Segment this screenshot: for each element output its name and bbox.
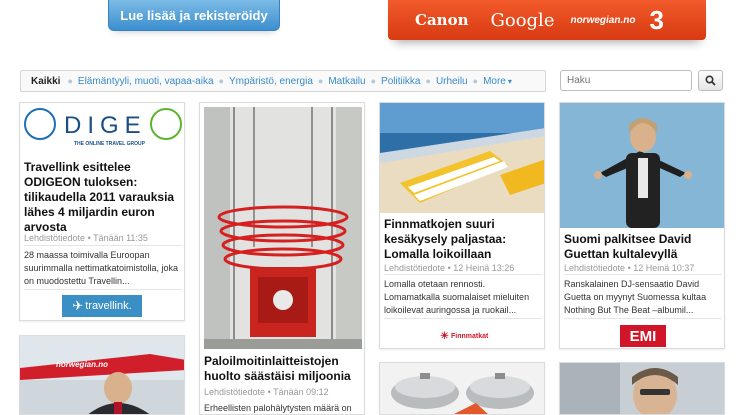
card-meta: Lehdistötiedote • 12 Heinä 13:26 — [384, 263, 515, 273]
nav-item-urheilu[interactable]: Urheilu — [434, 76, 470, 87]
card-snippet: Ranskalainen DJ-sensaatio David Guetta o… — [564, 279, 707, 315]
nav-separator: ● — [67, 76, 73, 86]
nav-item-elamantyyli[interactable]: Elämäntyyli, muoti, vapaa-aika — [76, 76, 216, 87]
category-nav: Kaikki ● Elämäntyyli, muoti, vapaa-aika … — [20, 70, 546, 92]
news-card-odigeo[interactable]: DIGE THE ONLINE TRAVEL GROUP Travellink … — [19, 102, 185, 321]
search-button[interactable] — [698, 70, 723, 91]
news-card-portrait[interactable] — [559, 362, 725, 415]
card-meta: Lehdistötiedote • Tänään 09:12 — [204, 387, 329, 397]
search-icon — [705, 75, 716, 86]
card-time: Tänään 09:12 — [273, 387, 329, 397]
card-time: Tänään 11:35 — [93, 233, 148, 243]
airplane-image-icon — [20, 336, 184, 414]
article-image — [204, 107, 362, 349]
odigeo-tagline: THE ONLINE TRAVEL GROUP — [74, 141, 145, 147]
nav-separator: ● — [472, 76, 479, 86]
three-logo: 3 — [649, 4, 664, 35]
finnmatkat-logo: ☀ Finnmatkat — [440, 331, 489, 342]
news-card-paloilmoitin[interactable]: Paloilmoitinlaitteistojen huolto säästäi… — [199, 102, 365, 415]
article-image — [380, 363, 544, 414]
card-source: Lehdistötiedote — [24, 233, 86, 243]
person-image-icon — [560, 103, 724, 228]
divider — [384, 318, 542, 319]
cookware-image-icon — [380, 363, 544, 414]
news-card-cookware[interactable] — [379, 362, 545, 415]
emi-logo: EMI — [620, 325, 666, 347]
nav-item-kaikki[interactable]: Kaikki — [21, 76, 64, 87]
card-snippet: 28 maassa toimivalla Euroopan suurimmall… — [24, 250, 179, 286]
nav-item-more[interactable]: More — [481, 76, 508, 87]
chevron-down-icon[interactable]: ▾ — [508, 77, 512, 86]
card-title[interactable]: Finnmatkojen suuri kesäkysely paljastaa:… — [384, 217, 542, 262]
card-meta: Lehdistötiedote • Tänään 11:35 — [24, 233, 148, 243]
card-source: Lehdistötiedote — [204, 387, 266, 397]
divider — [564, 274, 722, 275]
nav-item-politiikka[interactable]: Politiikka — [379, 76, 422, 87]
travellink-logo: ✈ travellink. — [62, 295, 142, 317]
card-snippet: Erheellisten palohälytysten määrä on — [204, 403, 352, 413]
norwegian-logo: norwegian.no — [570, 14, 636, 26]
divider — [24, 245, 182, 246]
register-button[interactable]: Lue lisää ja rekisteröidy — [108, 0, 280, 31]
card-title[interactable]: Travellink esittelee ODIGEON tuloksen: t… — [24, 160, 182, 235]
card-meta: Lehdistötiedote • 12 Heinä 10:37 — [564, 263, 695, 273]
article-image: norwegian.no — [20, 336, 184, 414]
canon-logo: Canon — [415, 11, 469, 29]
divider — [384, 274, 542, 275]
sun-icon: ☀ — [440, 331, 449, 342]
search-input[interactable] — [560, 70, 692, 91]
news-card-guetta[interactable]: Suomi palkitsee David Guettan kultalevyl… — [559, 102, 725, 349]
plane-livery-text: norwegian.no — [56, 360, 108, 369]
machinery-image-icon — [204, 107, 362, 349]
news-card-finnmatkat[interactable]: Finnmatkojen suuri kesäkysely paljastaa:… — [379, 102, 545, 349]
divider — [24, 289, 182, 290]
nav-separator: ● — [317, 76, 324, 86]
nav-separator: ● — [218, 76, 224, 86]
nav-item-matkailu[interactable]: Matkailu — [326, 76, 367, 87]
article-image — [560, 363, 724, 414]
odigeo-wordmark: DIGE — [64, 112, 147, 139]
sponsor-banner[interactable]: Canon Google norwegian.no 3 — [388, 0, 706, 40]
card-time: 12 Heinä 10:37 — [633, 263, 695, 273]
portrait-image-icon — [560, 363, 724, 414]
card-source: Lehdistötiedote — [564, 263, 626, 273]
nav-separator: ● — [370, 76, 377, 86]
nav-separator: ● — [425, 76, 431, 86]
beach-image-icon — [380, 103, 544, 213]
google-logo: Google — [490, 9, 555, 31]
odigeo-logo: DIGE THE ONLINE TRAVEL GROUP — [24, 107, 182, 151]
article-image — [380, 103, 544, 213]
article-image — [560, 103, 724, 228]
card-title[interactable]: Suomi palkitsee David Guettan kultalevyl… — [564, 232, 722, 262]
divider — [564, 318, 722, 319]
card-source: Lehdistötiedote — [384, 263, 446, 273]
globe-icon: ✈ — [72, 298, 84, 313]
card-snippet: Lomalla otetaan rennosti. Lomamatkalla s… — [384, 279, 530, 315]
card-title[interactable]: Paloilmoitinlaitteistojen huolto säästäi… — [204, 354, 362, 384]
news-card-norwegian[interactable]: norwegian.no — [19, 335, 185, 415]
card-time: 12 Heinä 13:26 — [453, 263, 515, 273]
nav-item-ymparisto[interactable]: Ympäristö, energia — [227, 76, 315, 87]
